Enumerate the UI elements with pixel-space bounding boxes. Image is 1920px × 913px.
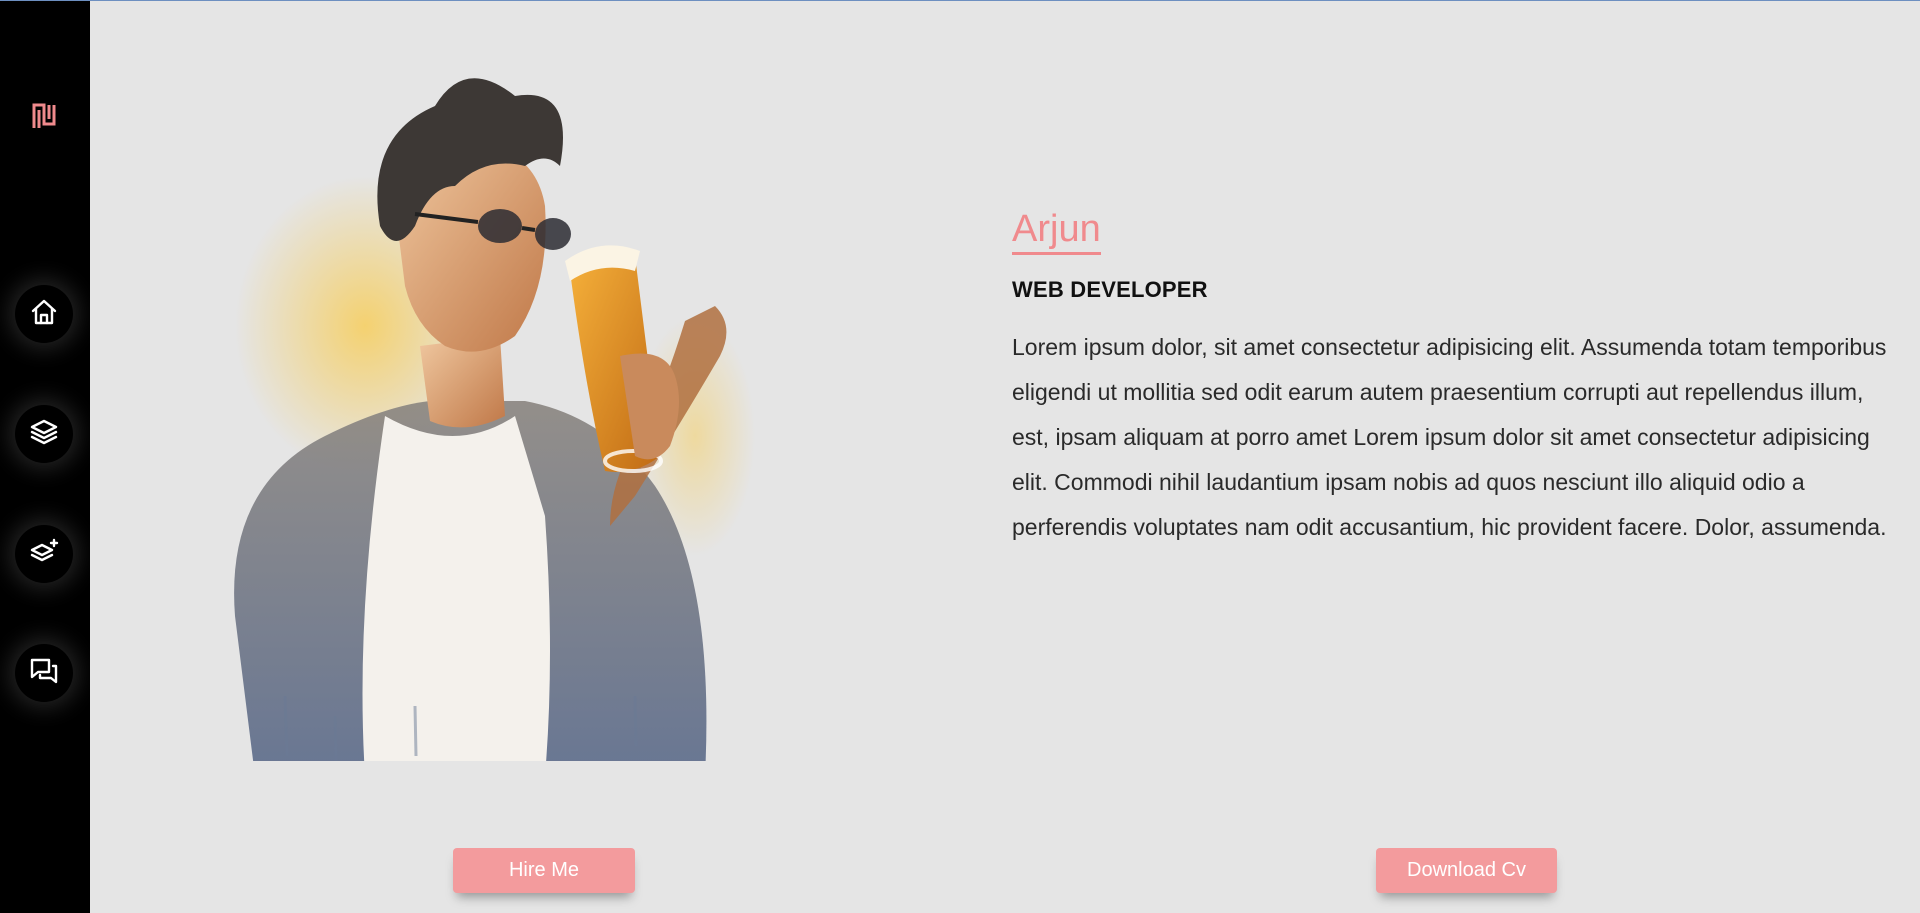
nav-layers-plus-button[interactable]: [15, 525, 73, 583]
profile-bio: Lorem ipsum dolor, sit amet consectetur …: [1012, 334, 1887, 540]
hire-me-button[interactable]: Hire Me: [453, 848, 635, 893]
download-cv-button[interactable]: Download Cv: [1376, 848, 1557, 893]
profile-name: Arjun: [1012, 206, 1101, 255]
layers-plus-icon: [28, 536, 60, 572]
nav-chat-button[interactable]: [15, 644, 73, 702]
chat-icon: [28, 655, 60, 691]
profile-portrait: [215, 56, 815, 776]
brand-logo-icon[interactable]: [30, 101, 60, 131]
profile-role: WEB DEVELOPER: [1012, 277, 1208, 302]
nav-home-button[interactable]: [15, 285, 73, 343]
layers-icon: [28, 416, 60, 452]
profile-info: Arjun WEB DEVELOPER Lorem ipsum dolor, s…: [1012, 206, 1902, 550]
sidebar: [0, 1, 90, 913]
nav-layers-button[interactable]: [15, 405, 73, 463]
home-icon: [28, 296, 60, 332]
